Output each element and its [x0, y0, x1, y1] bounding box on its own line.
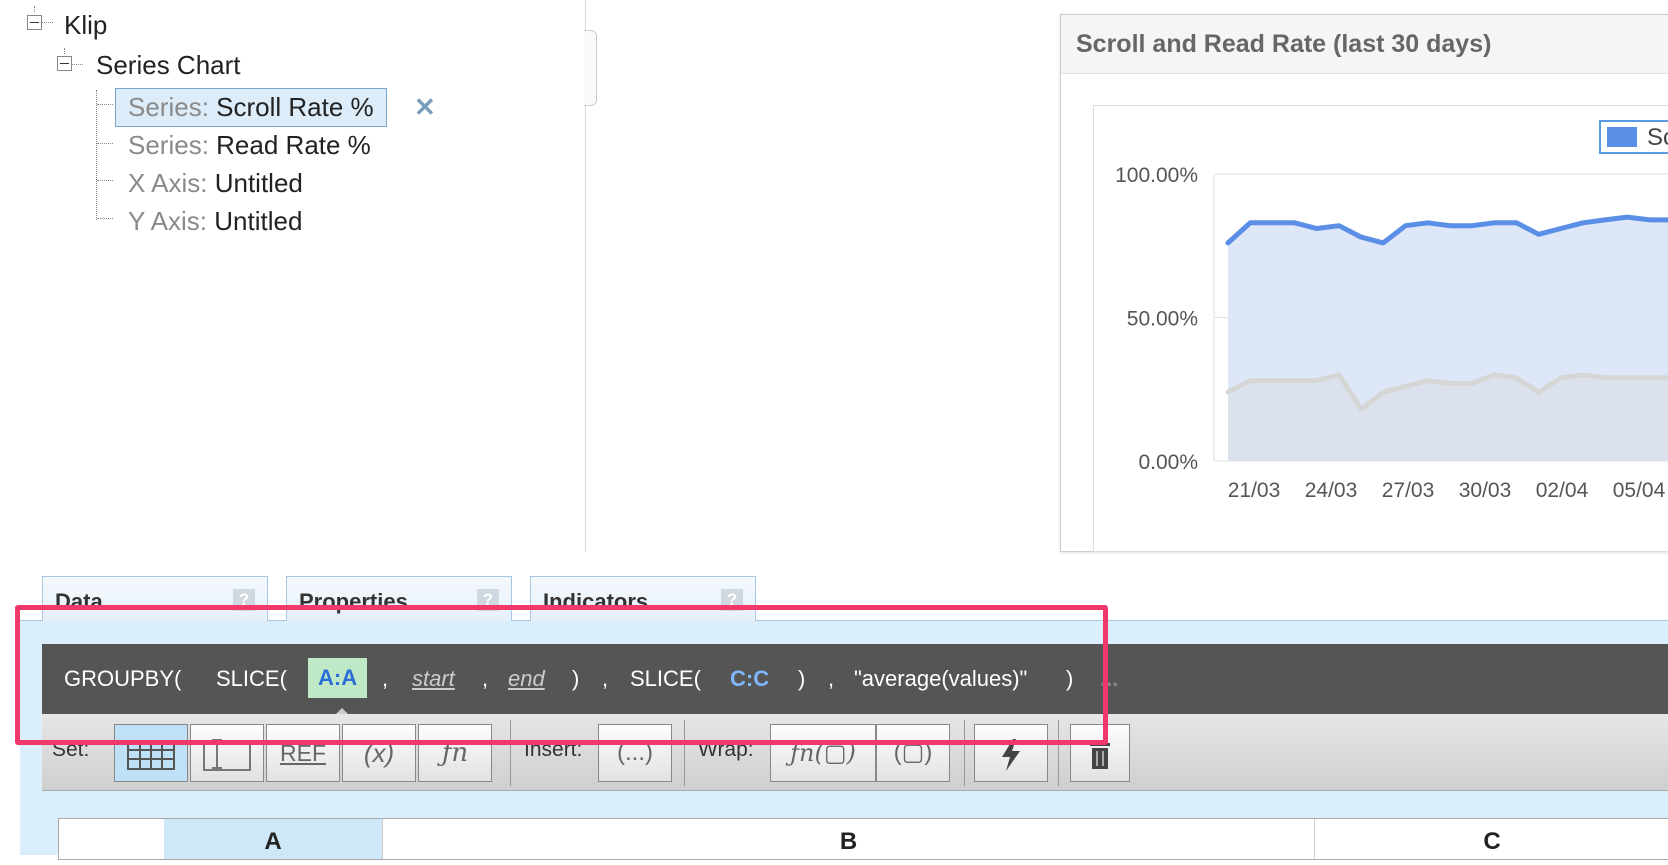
text-cursor-icon [203, 739, 251, 772]
help-icon[interactable]: ? [477, 589, 499, 611]
set-function-button[interactable]: ƒn [418, 724, 492, 782]
chart-title: Scroll and Read Rate (last 30 days) [1076, 30, 1492, 58]
klip-tree-panel: Klip Series Chart Series: Scroll Rate % … [0, 0, 597, 552]
tree-item-series-scroll-rate[interactable]: Series: Scroll Rate % [115, 88, 387, 127]
formula-token-close: ) [1066, 666, 1074, 691]
formula-token-ref-c[interactable]: C:C [730, 666, 769, 692]
x-tick-label: 27/03 [1382, 479, 1435, 502]
formula-token-close: ) [572, 666, 580, 691]
column-header-b[interactable]: B [383, 819, 1315, 859]
column-header-a[interactable]: A [164, 819, 383, 859]
formula-token-comma: , [482, 666, 489, 691]
set-variable-button[interactable]: (x) [342, 724, 416, 782]
formula-token-comma: , [602, 666, 609, 691]
set-data-button[interactable] [114, 724, 188, 782]
legend-label: Scrol [1647, 124, 1668, 151]
tab-data[interactable]: Data ? [42, 576, 268, 621]
tab-indicators[interactable]: Indicators ? [530, 576, 756, 621]
x-tick-label: 30/03 [1459, 479, 1512, 502]
formula-arg-end[interactable]: end [508, 666, 545, 692]
tree-item-type: Series: [128, 92, 209, 122]
tree-item-x-axis[interactable]: X Axis: Untitled [128, 168, 303, 199]
tree-item-y-axis[interactable]: Y Axis: Untitled [128, 206, 302, 237]
formula-token-string[interactable]: "average(values)" [854, 666, 1027, 692]
formula-toolbar: Set: REF (x) ƒn Insert: (...) Wrap: ƒn(▢… [42, 714, 1668, 791]
formula-token-ref-a[interactable]: A:A [308, 658, 368, 698]
collapse-klip-icon[interactable] [27, 15, 42, 30]
set-text-button[interactable] [190, 724, 264, 782]
close-icon[interactable]: ✕ [414, 92, 436, 123]
grid-corner [59, 819, 165, 859]
tree-item-type: Series: [128, 130, 209, 160]
tree-item-label: Scroll Rate % [216, 92, 374, 122]
help-icon[interactable]: ? [233, 589, 255, 611]
chart-title-bar: Scroll and Read Rate (last 30 days) [1061, 15, 1668, 74]
formula-token-comma: , [382, 666, 389, 691]
chart-frame: 100.00% 50.00% 0.00% 21/03 24/03 27/03 30/03 02… [1093, 105, 1668, 552]
wrap-function-button[interactable]: ƒn(▢) [770, 724, 876, 782]
delete-button[interactable] [1070, 724, 1130, 782]
grid-icon [127, 740, 175, 771]
trash-icon [1090, 740, 1110, 770]
set-label: Set: [52, 738, 90, 761]
series-chart: 100.00% 50.00% 0.00% 21/03 24/03 27/03 30/03 02… [1115, 164, 1668, 502]
formula-token-more[interactable]: ... [1100, 666, 1118, 692]
y-tick-label: 50.00% [1127, 308, 1198, 331]
tab-label: Indicators [543, 589, 649, 614]
tab-label: Data [55, 589, 103, 614]
panel-resize-handle[interactable] [584, 30, 597, 106]
y-tick-label: 100.00% [1115, 164, 1198, 187]
x-tick-label: 02/04 [1536, 479, 1589, 502]
x-tick-label: 21/03 [1228, 479, 1281, 502]
chart-legend[interactable]: Scrol [1599, 120, 1668, 154]
series-area [1228, 374, 1668, 461]
lightning-icon[interactable] [974, 724, 1048, 782]
tree-item-label: Untitled [214, 168, 303, 198]
help-icon[interactable]: ? [721, 589, 743, 611]
formula-token-groupby[interactable]: GROUPBY( [64, 666, 181, 692]
x-tick-label: 05/04 [1613, 479, 1666, 502]
legend-swatch [1607, 127, 1637, 147]
formula-token-slice[interactable]: SLICE( [630, 666, 701, 692]
tree-item-series-read-rate[interactable]: Series: Read Rate % [128, 130, 371, 161]
tree-item-label: Untitled [214, 206, 303, 236]
insert-parens-button[interactable]: (...) [598, 724, 672, 782]
formula-bar[interactable]: GROUPBY( SLICE( A:A , start , end ) , SL… [42, 644, 1668, 714]
formula-token-slice[interactable]: SLICE( [216, 666, 287, 692]
tree-node-series-chart[interactable]: Series Chart [96, 50, 241, 81]
wrap-parens-button[interactable]: (▢) [876, 724, 950, 782]
tree-item-type: Y Axis: [128, 206, 208, 236]
chart-preview-panel: Scroll and Read Rate (last 30 days) 100.… [1060, 14, 1668, 552]
formula-token-close: ) [798, 666, 806, 691]
tree-root-klip[interactable]: Klip [64, 10, 107, 41]
tree-item-type: X Axis: [128, 168, 208, 198]
tree-item-label: Read Rate % [216, 130, 371, 160]
wrap-label: Wrap: [698, 738, 754, 761]
tab-properties[interactable]: Properties ? [286, 576, 512, 621]
set-ref-button[interactable]: REF [266, 724, 340, 782]
x-tick-label: 24/03 [1305, 479, 1358, 502]
y-tick-label: 0.00% [1138, 451, 1198, 474]
formula-arg-start[interactable]: start [412, 666, 455, 692]
lightning-bolt-icon [1002, 739, 1020, 772]
collapse-series-chart-icon[interactable] [57, 56, 72, 71]
formula-token-comma: , [828, 666, 835, 691]
column-header-c[interactable]: C [1315, 819, 1668, 859]
editor-tabs-area: Data ? Properties ? Indicators ? GROUPBY… [0, 560, 1668, 860]
tab-label: Properties [299, 589, 408, 614]
insert-label: Insert: [524, 738, 583, 761]
